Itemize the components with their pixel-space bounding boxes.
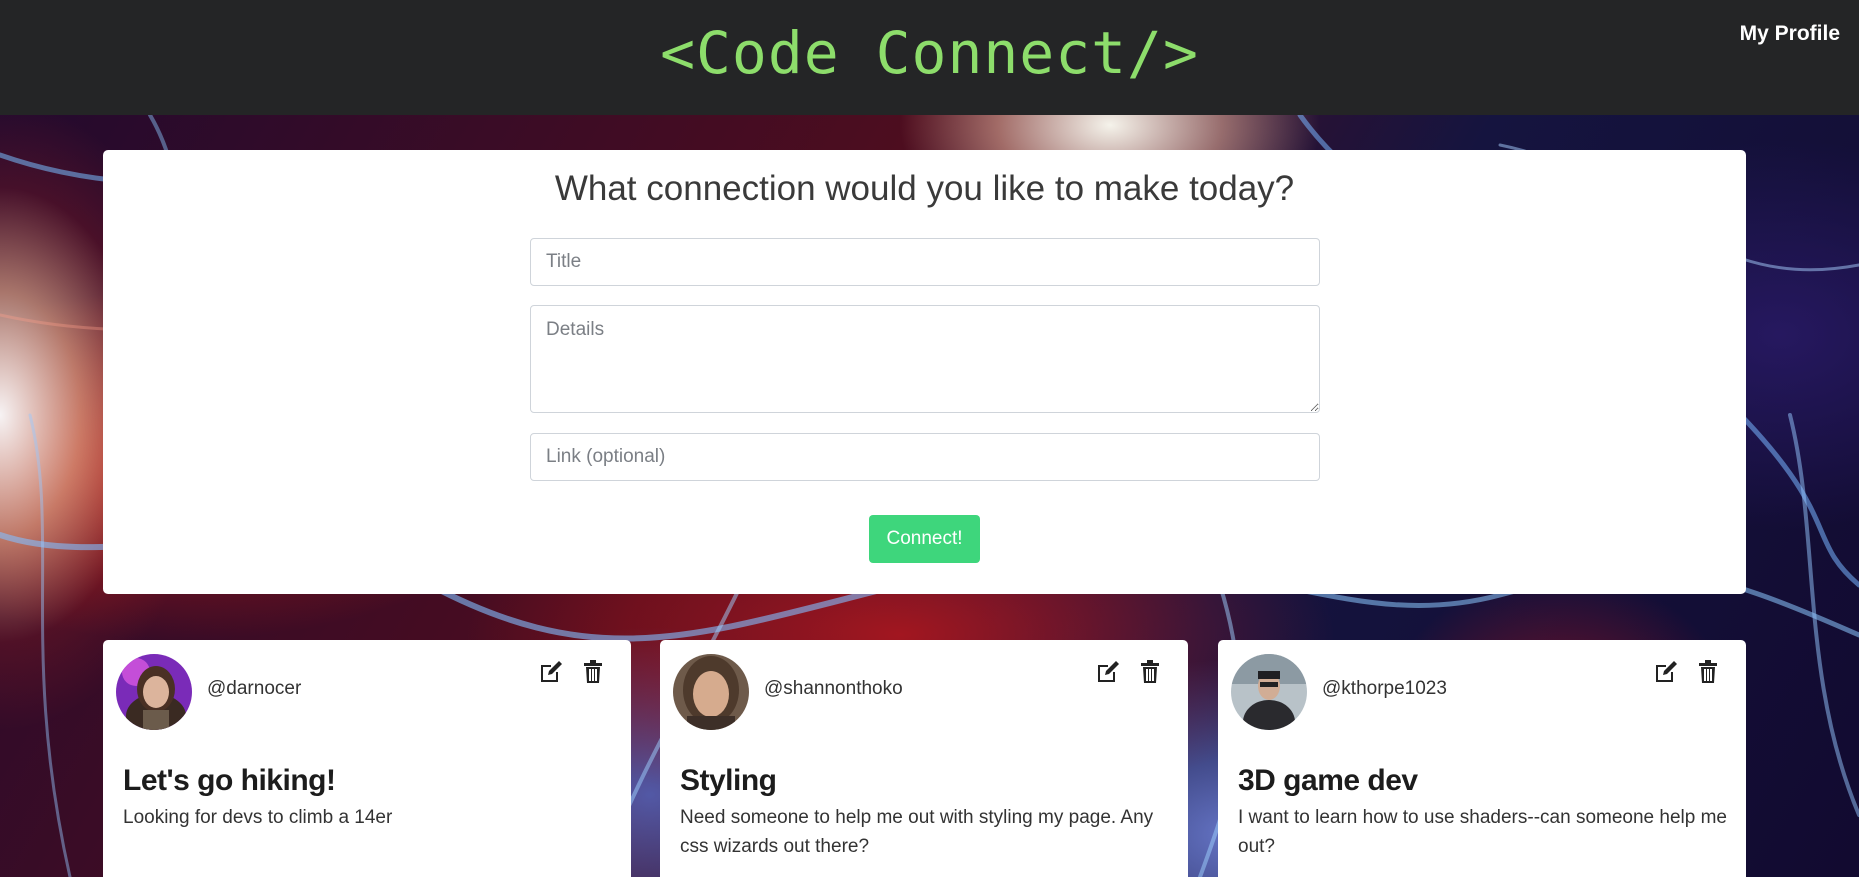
post-card: @darnocer Let's go hiking! Looking for d… <box>103 640 631 877</box>
site-logo[interactable]: <Code Connect/> <box>0 14 1859 92</box>
post-details: Looking for devs to climb a 14er <box>123 807 393 828</box>
new-connection-form: What connection would you like to make t… <box>103 150 1746 594</box>
post-details: Need someone to help me out with styling… <box>680 807 1154 857</box>
details-textarea[interactable] <box>530 305 1320 413</box>
edit-icon[interactable] <box>1094 658 1122 686</box>
post-title: Let's go hiking! <box>123 764 336 797</box>
avatar <box>116 654 192 730</box>
edit-icon[interactable] <box>1652 658 1680 686</box>
form-heading: What connection would you like to make t… <box>554 169 1295 208</box>
username[interactable]: @darnocer <box>207 678 301 700</box>
post-details: I want to learn how to use shaders--can … <box>1238 807 1727 857</box>
username[interactable]: @shannonthoko <box>764 678 903 700</box>
trash-icon[interactable] <box>1136 658 1164 686</box>
avatar <box>1231 654 1307 730</box>
post-title: 3D game dev <box>1238 764 1418 797</box>
edit-icon[interactable] <box>537 658 565 686</box>
post-card: @shannonthoko Styling Need someone to he… <box>660 640 1188 877</box>
trash-icon[interactable] <box>579 658 607 686</box>
connect-button[interactable]: Connect! <box>869 515 980 563</box>
post-title: Styling <box>680 764 777 797</box>
link-input[interactable] <box>530 433 1320 481</box>
trash-icon[interactable] <box>1694 658 1722 686</box>
username[interactable]: @kthorpe1023 <box>1322 678 1447 700</box>
post-card: @kthorpe1023 3D game dev I want to learn… <box>1218 640 1746 877</box>
avatar <box>673 654 749 730</box>
my-profile-link[interactable]: My Profile <box>1740 22 1840 46</box>
title-input[interactable] <box>530 238 1320 286</box>
logo-text[interactable]: <Code Connect/> <box>660 14 1199 92</box>
navbar: <Code Connect/> My Profile <box>0 0 1859 115</box>
